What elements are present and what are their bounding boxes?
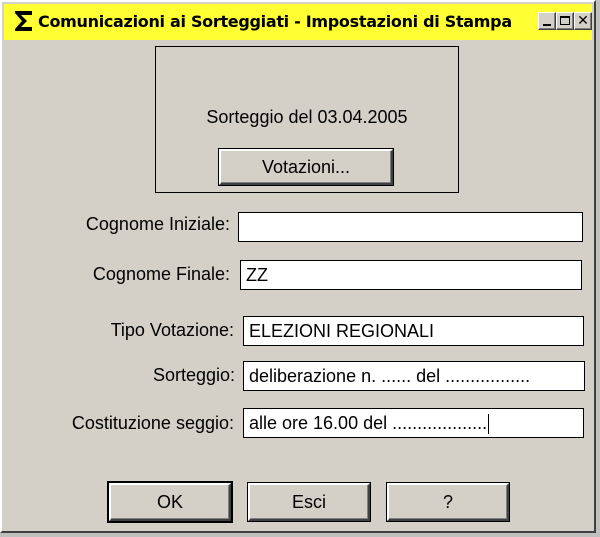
- text-caret: [488, 414, 490, 435]
- costituzione-seggio-input[interactable]: alle ore 16.00 del ...................: [243, 408, 584, 438]
- help-button[interactable]: ?: [387, 483, 509, 521]
- cognome-iniziale-label: Cognome Iniziale:: [85, 214, 230, 234]
- costituzione-seggio-value: alle ore 16.00 del ...................: [249, 413, 488, 433]
- ok-button[interactable]: OK: [109, 483, 231, 521]
- s-logo-icon: [12, 9, 34, 33]
- cognome-iniziale-input[interactable]: [238, 212, 583, 242]
- close-icon: ✕: [577, 13, 589, 29]
- draw-info-frame: Sorteggio del 03.04.2005 Votazioni...: [155, 46, 459, 193]
- cognome-finale-label: Cognome Finale:: [92, 264, 230, 284]
- esci-button[interactable]: Esci: [248, 483, 370, 521]
- tipo-votazione-input[interactable]: ELEZIONI REGIONALI: [243, 316, 584, 346]
- window-title: Comunicazioni ai Sorteggiati - Impostazi…: [38, 12, 512, 31]
- sorteggio-input[interactable]: deliberazione n. ...... del ............…: [243, 361, 585, 391]
- tipo-votazione-label: Tipo Votazione:: [110, 320, 234, 340]
- sorteggio-label: Sorteggio:: [152, 365, 235, 385]
- minimize-icon: [543, 24, 551, 26]
- maximize-icon: [560, 16, 570, 25]
- print-settings-dialog: Comunicazioni ai Sorteggiati - Impostazi…: [0, 0, 596, 533]
- minimize-button[interactable]: [538, 12, 556, 30]
- maximize-button[interactable]: [556, 12, 574, 30]
- draw-date-label: Sorteggio del 03.04.2005: [206, 107, 408, 127]
- title-bar[interactable]: Comunicazioni ai Sorteggiati - Impostazi…: [4, 4, 592, 40]
- close-button[interactable]: ✕: [574, 12, 592, 30]
- costituzione-seggio-label: Costituzione seggio:: [71, 413, 234, 433]
- cognome-finale-input[interactable]: ZZ: [240, 260, 582, 290]
- votazioni-button[interactable]: Votazioni...: [219, 149, 393, 185]
